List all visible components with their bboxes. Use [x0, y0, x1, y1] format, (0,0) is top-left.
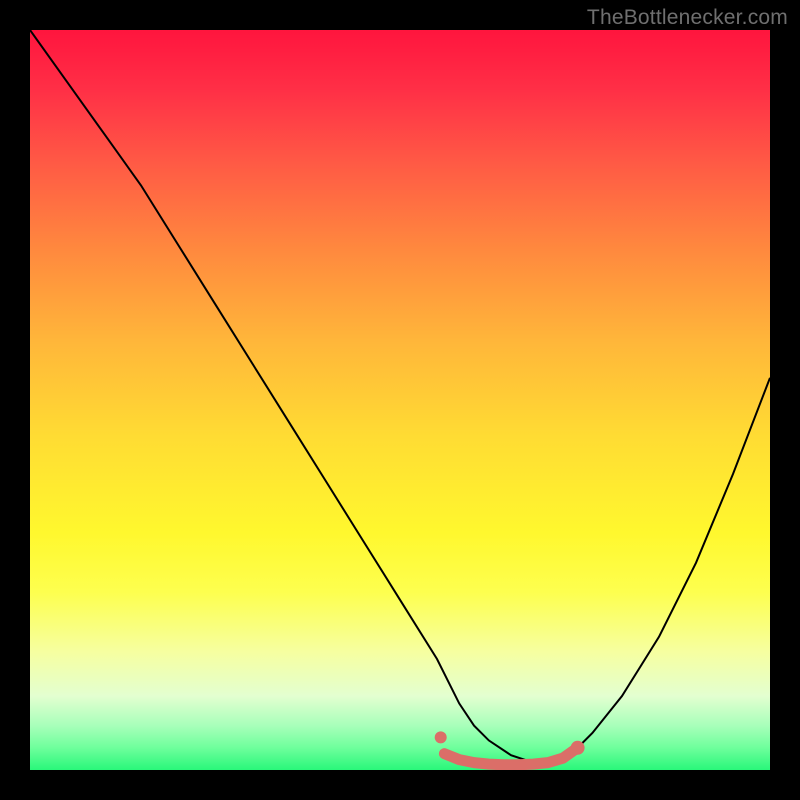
plot-area [30, 30, 770, 770]
attribution-text: TheBottlenecker.com [587, 6, 788, 30]
bottom-marker-dot-left [435, 731, 447, 743]
chart-svg [30, 30, 770, 770]
chart-container: TheBottlenecker.com [0, 0, 800, 800]
bottom-marker-line [444, 748, 577, 765]
bottom-marker-group [435, 731, 585, 764]
bottleneck-curve-line [30, 30, 770, 763]
bottom-marker-dot-right [571, 741, 585, 755]
